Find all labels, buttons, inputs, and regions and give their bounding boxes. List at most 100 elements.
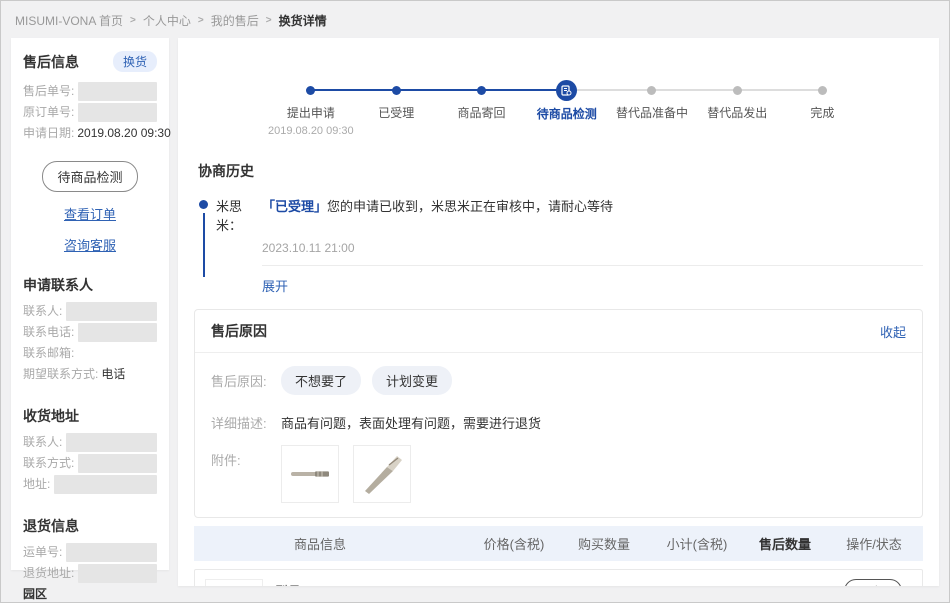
step-dot bbox=[733, 86, 742, 95]
field-row-receiver-phone: 联系方式: bbox=[23, 453, 157, 474]
field-label: 地址: bbox=[23, 474, 50, 495]
field-row-after-sales-no: 售后单号: bbox=[23, 81, 157, 102]
reason-card-title: 售后原因 bbox=[211, 321, 267, 341]
field-row-address: 地址: bbox=[23, 474, 157, 495]
field-row-apply-date: 申请日期: 2019.08.20 09:30 bbox=[23, 123, 157, 144]
step-dot bbox=[818, 86, 827, 95]
row-status-badge: 已受理 bbox=[844, 579, 902, 586]
page: MISUMI-VONA 首页 > 个人中心 > 我的售后 > 换货详情 售后信息… bbox=[0, 0, 950, 603]
field-label: 原订单号: bbox=[23, 102, 74, 123]
after-sales-info-panel: 售后信息 换货 售后单号: 原订单号: 申请日期: 2019.08.20 09:… bbox=[11, 38, 169, 570]
field-label: 运单号: bbox=[23, 542, 62, 563]
cell-price: ¥99,999.00 bbox=[468, 579, 558, 586]
cell-after-sales-qty: 22件 bbox=[744, 579, 824, 586]
field-label: 退货地址: bbox=[23, 563, 74, 584]
redacted-value bbox=[78, 454, 157, 473]
expand-link[interactable]: 展开 bbox=[262, 276, 288, 295]
field-label: 联系方式: bbox=[23, 453, 74, 474]
field-row-return-address: 退货地址: bbox=[23, 563, 157, 584]
cell-subtotal: ¥99,999.00 bbox=[648, 579, 744, 586]
field-label: 联系邮箱: bbox=[23, 343, 74, 364]
breadcrumb-link-home[interactable]: MISUMI-VONA 首页 bbox=[15, 12, 123, 29]
mask-product-icon bbox=[209, 583, 259, 586]
redacted-value bbox=[66, 302, 157, 321]
field-label: 期望联系方式: bbox=[23, 364, 98, 385]
contact-service-link[interactable]: 咨询客服 bbox=[23, 235, 157, 254]
field-row-contact-name: 联系人: bbox=[23, 301, 157, 322]
cell-status: 已受理 bbox=[824, 579, 922, 586]
cell-quantity: 100件 bbox=[558, 579, 648, 586]
header-product-info: 商品信息 bbox=[194, 534, 469, 553]
negotiation-title: 协商历史 bbox=[194, 161, 923, 181]
step-dot bbox=[306, 86, 315, 95]
redacted-value bbox=[66, 433, 157, 452]
view-order-link[interactable]: 查看订单 bbox=[23, 204, 157, 223]
field-row-tracking-no: 运单号: bbox=[23, 542, 157, 563]
field-row-original-order-no: 原订单号: bbox=[23, 102, 157, 123]
breadcrumb-current-page: 换货详情 bbox=[279, 12, 327, 29]
redacted-value bbox=[78, 564, 157, 583]
negotiation-entry: 米思米： 「已受理」您的申请已收到，米思米正在审核中，请耐心等待 2023.10… bbox=[194, 196, 923, 296]
exchange-detail-main: 提出申请 2019.08.20 09:30 已受理 商品寄回 待商品检测 bbox=[178, 38, 939, 586]
timeline-dot bbox=[199, 200, 208, 209]
section-title-return-info: 退货信息 bbox=[23, 516, 157, 536]
panel-title: 售后信息 bbox=[23, 52, 79, 72]
exchange-type-badge: 换货 bbox=[113, 51, 157, 72]
status-badge: 待商品检测 bbox=[42, 161, 137, 192]
detail-text: 商品有问题，表面处理有问题，需要进行退货 bbox=[281, 408, 541, 432]
header-subtotal: 小计(含税) bbox=[649, 534, 745, 553]
step-label: 完成 bbox=[780, 104, 865, 121]
field-label: 联系人: bbox=[23, 432, 62, 453]
reason-tag: 不想要了 bbox=[281, 366, 361, 395]
step-complete: 完成 bbox=[780, 80, 865, 137]
timeline-line bbox=[203, 213, 205, 277]
attachment-label: 附件: bbox=[211, 445, 281, 469]
entry-status-tag: 「已受理」 bbox=[262, 199, 327, 214]
step-label: 替代品准备中 bbox=[609, 104, 694, 121]
redacted-value bbox=[54, 475, 157, 494]
reason-row: 售后原因: 不想要了 计划变更 bbox=[211, 366, 906, 395]
step-dot bbox=[392, 86, 401, 95]
step-date: 2019.08.20 09:30 bbox=[268, 125, 354, 137]
field-row-preferred-contact: 期望联系方式: 电话 bbox=[23, 364, 157, 385]
preferred-contact-value: 电话 bbox=[101, 364, 125, 385]
section-title-shipping-address: 收货地址 bbox=[23, 406, 157, 426]
table-row: 型号: SSCCN3-2 高档双色沾塑柄活动扳手高档双色沾塑柄活动扳手 史丹利(… bbox=[194, 569, 923, 586]
table-header: 商品信息 价格(含税) 购买数量 小计(含税) 售后数量 操作/状态 bbox=[194, 526, 923, 561]
step-label: 待商品检测 bbox=[524, 105, 609, 122]
collapse-link[interactable]: 收起 bbox=[880, 322, 906, 341]
apply-date-value: 2019.08.20 09:30 bbox=[77, 123, 170, 144]
breadcrumb-link-personal-center[interactable]: 个人中心 bbox=[143, 12, 191, 29]
breadcrumb-separator: > bbox=[266, 15, 272, 26]
negotiation-history: 协商历史 米思米： 「已受理」您的申请已收到，米思米正在审核中，请耐心等待 20… bbox=[194, 161, 923, 296]
divider bbox=[262, 265, 923, 266]
step-label: 商品寄回 bbox=[439, 104, 524, 121]
detail-row: 详细描述: 商品有问题，表面处理有问题，需要进行退货 bbox=[211, 408, 906, 432]
inspection-icon bbox=[556, 80, 577, 101]
step-label: 替代品发出 bbox=[695, 104, 780, 121]
product-table: 商品信息 价格(含税) 购买数量 小计(含税) 售后数量 操作/状态 bbox=[194, 526, 923, 586]
model-label: 型号: bbox=[275, 584, 308, 586]
header-quantity: 购买数量 bbox=[559, 534, 649, 553]
attachment-thumbnail-1[interactable] bbox=[281, 445, 339, 503]
product-image[interactable] bbox=[205, 579, 263, 586]
field-label: 售后单号: bbox=[23, 81, 74, 102]
product-model-line: 型号: SSCCN3-2 bbox=[275, 581, 468, 586]
redacted-value bbox=[78, 82, 157, 101]
field-row-park: 园区 bbox=[23, 584, 157, 603]
step-dot bbox=[647, 86, 656, 95]
attachment-row: 附件: bbox=[211, 445, 906, 503]
breadcrumb-link-my-after-sales[interactable]: 我的售后 bbox=[211, 12, 259, 29]
reason-label: 售后原因: bbox=[211, 366, 281, 390]
content: 售后信息 换货 售后单号: 原订单号: 申请日期: 2019.08.20 09:… bbox=[1, 38, 949, 586]
progress-stepper: 提出申请 2019.08.20 09:30 已受理 商品寄回 待商品检测 bbox=[194, 38, 923, 137]
field-label: 联系人: bbox=[23, 301, 62, 322]
entry-time: 2023.10.11 21:00 bbox=[262, 241, 923, 255]
redacted-value bbox=[78, 103, 157, 122]
tool-photo-icon bbox=[357, 449, 407, 499]
field-row-receiver-name: 联系人: bbox=[23, 432, 157, 453]
breadcrumb-separator: > bbox=[130, 15, 136, 26]
header-after-sales-qty: 售后数量 bbox=[745, 534, 825, 553]
redacted-value bbox=[66, 543, 157, 562]
attachment-thumbnail-2[interactable] bbox=[353, 445, 411, 503]
